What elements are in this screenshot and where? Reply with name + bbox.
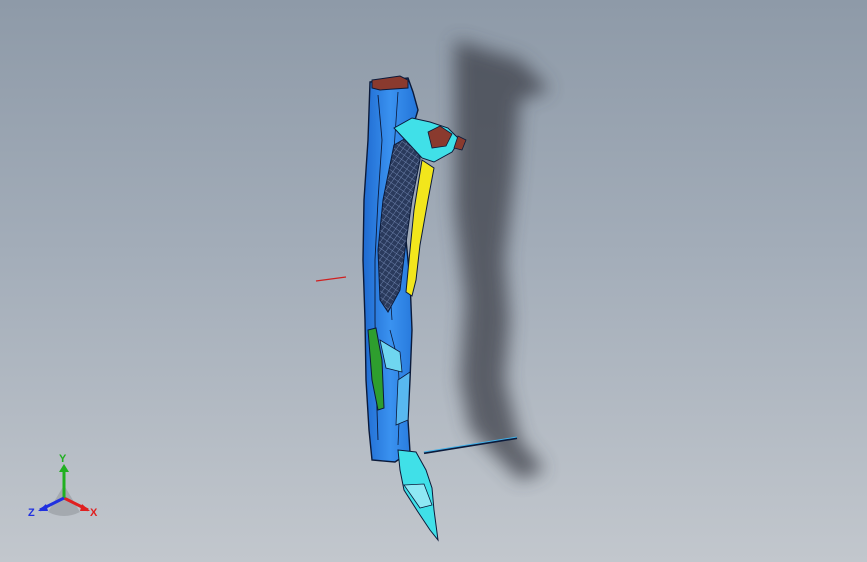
y-axis-label: Y [59, 453, 67, 465]
x-axis-label: X [90, 507, 98, 519]
3d-viewport[interactable]: Y X Z [0, 0, 867, 562]
model-scene[interactable]: Y X Z [0, 0, 867, 562]
z-axis-label: Z [28, 507, 35, 519]
model-shadow [455, 40, 550, 480]
top-cap [371, 75, 409, 91]
axis-triad: Y X Z [28, 453, 98, 519]
origin-axis-line [315, 276, 347, 282]
